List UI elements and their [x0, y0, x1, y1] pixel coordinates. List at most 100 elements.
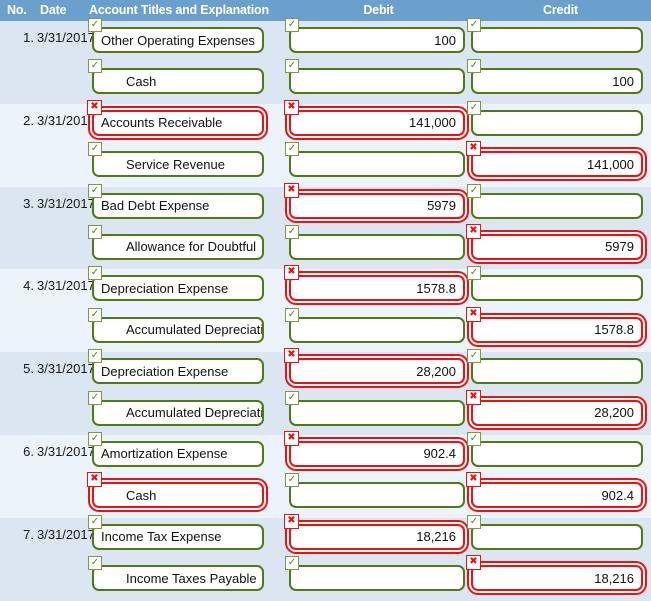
- credit-amount-input[interactable]: 5979: [471, 233, 643, 260]
- entry-number: 6.: [23, 443, 34, 459]
- debit-amount-input[interactable]: 1578.8: [289, 275, 465, 302]
- incorrect-x-icon: ✖: [87, 99, 102, 115]
- incorrect-x-icon: ✖: [284, 348, 299, 364]
- credit-field-cell: ✖ 18,216: [466, 555, 643, 592]
- entry-number: 1.: [23, 30, 34, 45]
- debit-amount-input[interactable]: 18,216: [289, 523, 465, 550]
- debit-amount-input[interactable]: [289, 565, 465, 592]
- credit-amount-input[interactable]: 141,000: [471, 151, 643, 178]
- debit-amount-input[interactable]: [289, 316, 465, 343]
- account-title-input[interactable]: Other Operating Expenses: [92, 27, 264, 53]
- correct-check-icon: ✓: [467, 18, 481, 32]
- correct-check-icon: ✓: [467, 349, 481, 364]
- entry-date: 3/31/2017: [37, 112, 95, 128]
- account-title-value: Depreciation Expense: [101, 363, 229, 379]
- debit-field-cell: ✖ 28,200: [284, 348, 465, 385]
- entry-number: 4.: [23, 278, 34, 294]
- column-header-account: Account Titles and Explanation: [89, 3, 269, 17]
- account-field-cell: ✓ Cash: [88, 59, 264, 95]
- account-title-input[interactable]: Allowance for Doubtful: [92, 233, 264, 260]
- debit-amount-input[interactable]: 100: [289, 27, 465, 53]
- credit-amount-value: 141,000: [587, 156, 634, 172]
- account-title-input[interactable]: Depreciation Expense: [92, 275, 264, 302]
- account-title-input[interactable]: Amortization Expense: [92, 440, 264, 467]
- credit-amount-input[interactable]: [471, 440, 643, 467]
- table-row: 1. 3/31/2017 ✓ Other Operating Expenses ✓ 100…: [0, 18, 651, 62]
- credit-amount-input[interactable]: [471, 192, 643, 219]
- debit-amount-input[interactable]: 902.4: [289, 440, 465, 467]
- correct-check-icon: ✓: [88, 431, 102, 446]
- debit-amount-input[interactable]: 28,200: [289, 358, 465, 385]
- incorrect-x-icon: ✖: [466, 306, 481, 322]
- account-field-cell: ✓ Income Tax Expense: [88, 514, 264, 550]
- credit-amount-value: 18,216: [594, 570, 634, 586]
- debit-amount-value: 902.4: [423, 446, 456, 462]
- credit-field-cell: ✖ 5979: [466, 223, 643, 260]
- account-title-input[interactable]: Service Revenue: [92, 151, 264, 178]
- credit-amount-input[interactable]: 18,216: [471, 565, 643, 592]
- credit-field-cell: ✓ 100: [467, 59, 643, 95]
- column-header-date: Date: [40, 3, 67, 17]
- account-title-input[interactable]: Accumulated Depreciati: [92, 316, 264, 343]
- account-field-cell: ✓ Allowance for Doubtful: [88, 224, 264, 260]
- account-title-input[interactable]: Depreciation Expense: [92, 358, 264, 385]
- credit-field-cell: ✓: [467, 100, 643, 136]
- correct-check-icon: ✓: [285, 18, 299, 32]
- credit-amount-value: 28,200: [594, 405, 634, 421]
- correct-check-icon: ✓: [285, 142, 299, 157]
- entry-date: 3/31/2017: [37, 443, 95, 459]
- debit-amount-input[interactable]: [289, 233, 465, 260]
- debit-field-cell: ✓: [285, 59, 465, 95]
- credit-field-cell: ✓: [467, 183, 643, 219]
- account-title-input[interactable]: Cash: [92, 68, 264, 95]
- debit-amount-input[interactable]: [289, 399, 465, 426]
- account-field-cell: ✓ Accumulated Depreciati: [88, 390, 264, 426]
- column-header-debit: Debit: [363, 3, 394, 17]
- credit-amount-input[interactable]: [471, 358, 643, 385]
- account-title-value: Accumulated Depreciati: [126, 405, 262, 421]
- correct-check-icon: ✓: [285, 556, 299, 571]
- debit-amount-input[interactable]: [289, 482, 465, 509]
- entry-number: 2.: [23, 112, 34, 128]
- account-field-cell: ✓ Accumulated Depreciati: [88, 307, 264, 343]
- debit-amount-input[interactable]: 141,000: [289, 109, 465, 136]
- credit-amount-input[interactable]: [471, 27, 643, 53]
- account-title-value: Income Tax Expense: [101, 529, 222, 545]
- correct-check-icon: ✓: [467, 266, 481, 281]
- debit-amount-value: 1578.8: [416, 280, 456, 296]
- debit-field-cell: ✖ 902.4: [284, 430, 465, 467]
- account-title-value: Depreciation Expense: [101, 280, 229, 296]
- account-title-input[interactable]: Accumulated Depreciati: [92, 399, 264, 426]
- credit-field-cell: ✖ 28,200: [466, 389, 643, 426]
- account-title-input[interactable]: Cash: [92, 482, 264, 509]
- entry-date: 3/31/2017: [37, 195, 95, 211]
- journal-entry-group: 5. 3/31/2017 ✓ Depreciation Expense ✖ 28,200 ✓…: [0, 348, 651, 435]
- column-header-no: No.: [7, 3, 27, 17]
- credit-amount-value: 5979: [605, 239, 634, 255]
- journal-entry-grid: No. Date Account Titles and Explanation …: [0, 0, 651, 601]
- account-title-input[interactable]: Accounts Receivable: [92, 109, 264, 136]
- incorrect-x-icon: ✖: [466, 389, 481, 405]
- debit-amount-input[interactable]: 5979: [289, 192, 465, 219]
- credit-amount-input[interactable]: 1578.8: [471, 316, 643, 343]
- correct-check-icon: ✓: [467, 100, 481, 115]
- incorrect-x-icon: ✖: [466, 555, 481, 571]
- credit-amount-input[interactable]: 28,200: [471, 399, 643, 426]
- debit-field-cell: ✖ 141,000: [284, 99, 465, 136]
- credit-amount-input[interactable]: [471, 109, 643, 136]
- account-field-cell: ✓ Depreciation Expense: [88, 266, 264, 302]
- account-title-input[interactable]: Income Tax Expense: [92, 523, 264, 550]
- account-title-value: Bad Debt Expense: [101, 198, 210, 214]
- account-title-input[interactable]: Income Taxes Payable: [92, 565, 264, 592]
- debit-field-cell: ✓: [285, 390, 465, 426]
- credit-amount-input[interactable]: 100: [471, 68, 643, 95]
- account-title-input[interactable]: Bad Debt Expense: [92, 192, 264, 219]
- credit-amount-input[interactable]: [471, 275, 643, 302]
- debit-amount-input[interactable]: [289, 68, 465, 95]
- credit-amount-input[interactable]: 902.4: [471, 482, 643, 509]
- debit-amount-input[interactable]: [289, 151, 465, 178]
- credit-amount-input[interactable]: [471, 523, 643, 550]
- entry-date: 3/31/2017: [37, 30, 95, 45]
- debit-field-cell: ✖ 18,216: [284, 513, 465, 550]
- entry-number: 7.: [23, 526, 34, 542]
